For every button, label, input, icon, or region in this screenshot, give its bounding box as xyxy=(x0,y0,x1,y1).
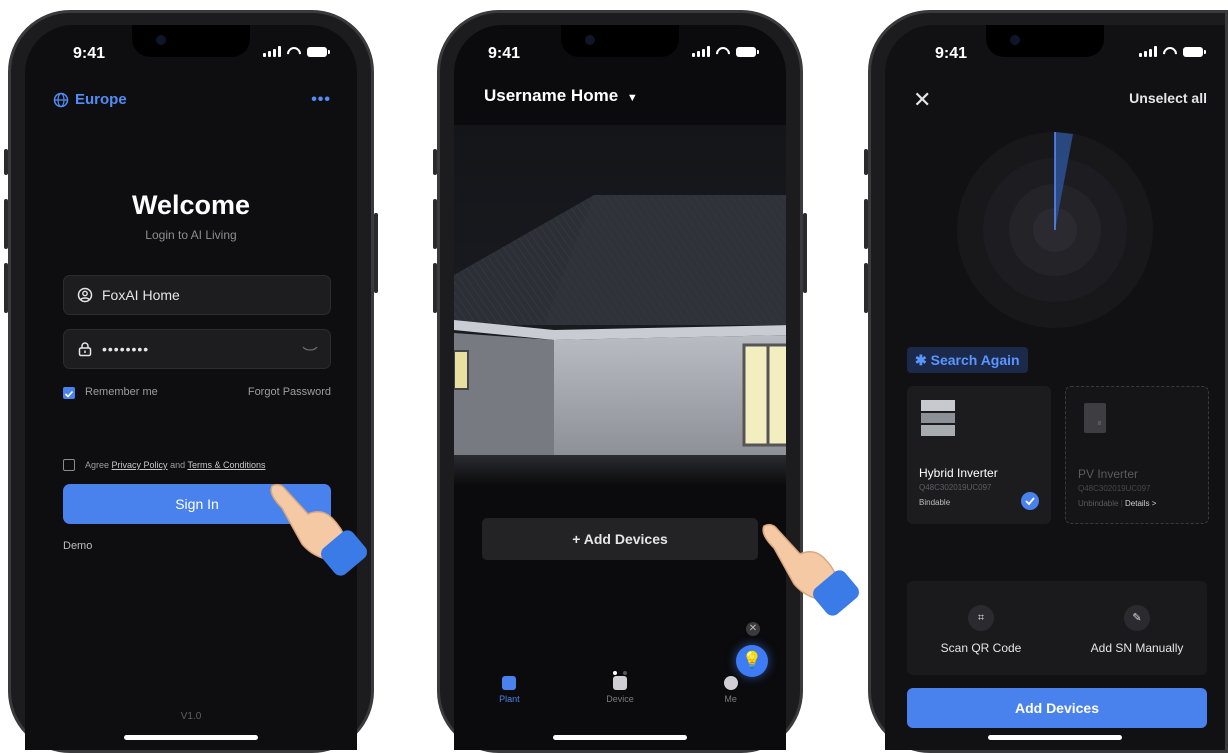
add-sn-label: Add SN Manually xyxy=(1090,641,1184,655)
signal-icon xyxy=(263,46,281,57)
tab-label: Me xyxy=(724,694,737,704)
eye-closed-icon[interactable] xyxy=(302,344,318,354)
status-bar: 9:41 xyxy=(25,43,357,65)
agree-checkbox[interactable] xyxy=(63,459,75,471)
status-bar: 9:41 xyxy=(454,43,786,65)
password-value: •••••••• xyxy=(102,341,150,357)
phone-scan: 9:41 ✕ Unselect all ✱ Search Again Hybri… xyxy=(864,10,1228,753)
tab-label: Plant xyxy=(499,694,520,704)
terms-link[interactable]: Terms & Conditions xyxy=(187,460,265,470)
device-sn: Q48C302019UC097 xyxy=(1078,484,1151,493)
bluetooth-icon: ✱ xyxy=(915,352,927,368)
house-illustration xyxy=(454,125,786,485)
device-card-pv: PV Inverter Q48C302019UC097 Unbindable |… xyxy=(1065,386,1209,524)
add-devices-button[interactable]: Add Devices xyxy=(907,688,1207,728)
search-again-label: Search Again xyxy=(930,352,1020,368)
home-name: Username Home xyxy=(484,86,619,105)
user-icon xyxy=(77,287,93,303)
home-indicator xyxy=(988,735,1122,740)
signal-icon xyxy=(1139,46,1157,57)
pointing-hand-icon xyxy=(762,523,859,616)
scan-screen: 9:41 ✕ Unselect all ✱ Search Again Hybri… xyxy=(885,25,1225,750)
selected-check-icon[interactable] xyxy=(1021,492,1039,510)
wifi-icon xyxy=(1163,47,1177,57)
login-screen: 9:41 Europe ••• Welcome Login to AI Livi… xyxy=(25,25,357,750)
scan-qr-option[interactable]: ⌗ Scan QR Code xyxy=(921,605,1041,655)
details-link[interactable]: Details > xyxy=(1125,499,1156,508)
wifi-icon xyxy=(287,47,301,57)
password-field[interactable]: •••••••• xyxy=(63,329,331,369)
plant-icon xyxy=(502,676,517,690)
status-time: 9:41 xyxy=(935,45,968,62)
username-value: FoxAI Home xyxy=(102,287,180,303)
close-icon[interactable]: ✕ xyxy=(913,87,931,113)
tab-label: Device xyxy=(606,694,634,704)
status-bar: 9:41 xyxy=(885,43,1225,65)
remember-checkbox[interactable] xyxy=(63,387,75,399)
welcome-subtitle: Login to AI Living xyxy=(145,228,237,242)
wifi-icon xyxy=(716,47,730,57)
scan-qr-label: Scan QR Code xyxy=(940,641,1022,655)
tab-device[interactable]: Device xyxy=(590,676,650,720)
inverter-icon xyxy=(921,400,955,436)
region-selector[interactable]: Europe xyxy=(53,91,127,108)
agree-prefix: Agree xyxy=(85,460,110,470)
device-status: Unbindable xyxy=(1078,499,1119,508)
lightbulb-fab-icon[interactable]: 💡 xyxy=(736,645,768,677)
status-time: 9:41 xyxy=(488,45,521,62)
caret-down-icon: ▼ xyxy=(626,92,638,104)
phone-login: 9:41 Europe ••• Welcome Login to AI Livi… xyxy=(4,10,378,753)
tab-bar: Plant Device Me xyxy=(454,676,786,720)
phone-home: 9:41 Username Home ▼ + Add Devices ✕ 💡 P… xyxy=(433,10,807,753)
welcome-title: Welcome xyxy=(131,190,251,220)
privacy-policy-link[interactable]: Privacy Policy xyxy=(112,460,168,470)
device-status: Bindable xyxy=(919,498,951,507)
tab-me[interactable]: Me xyxy=(701,676,761,720)
add-devices-button[interactable]: + Add Devices xyxy=(482,518,758,560)
remember-label: Remember me xyxy=(85,386,158,398)
battery-icon xyxy=(307,46,330,57)
pointing-hand-icon xyxy=(270,483,367,576)
globe-icon xyxy=(53,92,69,107)
battery-icon xyxy=(1183,46,1206,57)
device-sn: Q48C302019UC097 xyxy=(919,483,992,492)
unselect-all-button[interactable]: Unselect all xyxy=(1129,90,1207,106)
device-card-hybrid[interactable]: Hybrid Inverter Q48C302019UC097 Bindable xyxy=(907,386,1051,524)
add-sn-option[interactable]: ✎ Add SN Manually xyxy=(1077,605,1197,655)
battery-icon xyxy=(736,46,759,57)
more-icon[interactable]: ••• xyxy=(311,91,331,109)
app-version: V1.0 xyxy=(180,711,202,722)
pencil-icon: ✎ xyxy=(1124,605,1150,631)
agree-text: Agree Privacy Policy and Terms & Conditi… xyxy=(85,460,265,470)
tab-plant[interactable]: Plant xyxy=(479,676,539,720)
home-selector[interactable]: Username Home ▼ xyxy=(484,86,638,106)
username-field[interactable]: FoxAI Home xyxy=(63,275,331,315)
signal-icon xyxy=(692,46,710,57)
home-indicator xyxy=(553,735,687,740)
radar-animation xyxy=(957,132,1153,328)
add-options-panel: ⌗ Scan QR Code ✎ Add SN Manually xyxy=(907,581,1207,675)
page-indicator xyxy=(613,671,627,675)
home-indicator xyxy=(124,735,258,740)
device-icon xyxy=(612,676,627,690)
home-screen: 9:41 Username Home ▼ + Add Devices ✕ 💡 P… xyxy=(454,25,786,750)
demo-link[interactable]: Demo xyxy=(63,540,92,552)
pv-inverter-icon xyxy=(1084,403,1106,433)
person-icon xyxy=(723,676,738,690)
forgot-password-link[interactable]: Forgot Password xyxy=(248,386,331,398)
check-icon xyxy=(64,390,74,398)
device-name: Hybrid Inverter xyxy=(919,466,998,480)
qr-scan-icon: ⌗ xyxy=(968,605,994,631)
lock-icon xyxy=(78,342,92,357)
search-again-button[interactable]: ✱ Search Again xyxy=(907,347,1028,373)
device-name: PV Inverter xyxy=(1078,467,1139,481)
status-time: 9:41 xyxy=(73,45,106,62)
agree-and: and xyxy=(170,460,186,470)
region-label: Europe xyxy=(75,91,127,108)
